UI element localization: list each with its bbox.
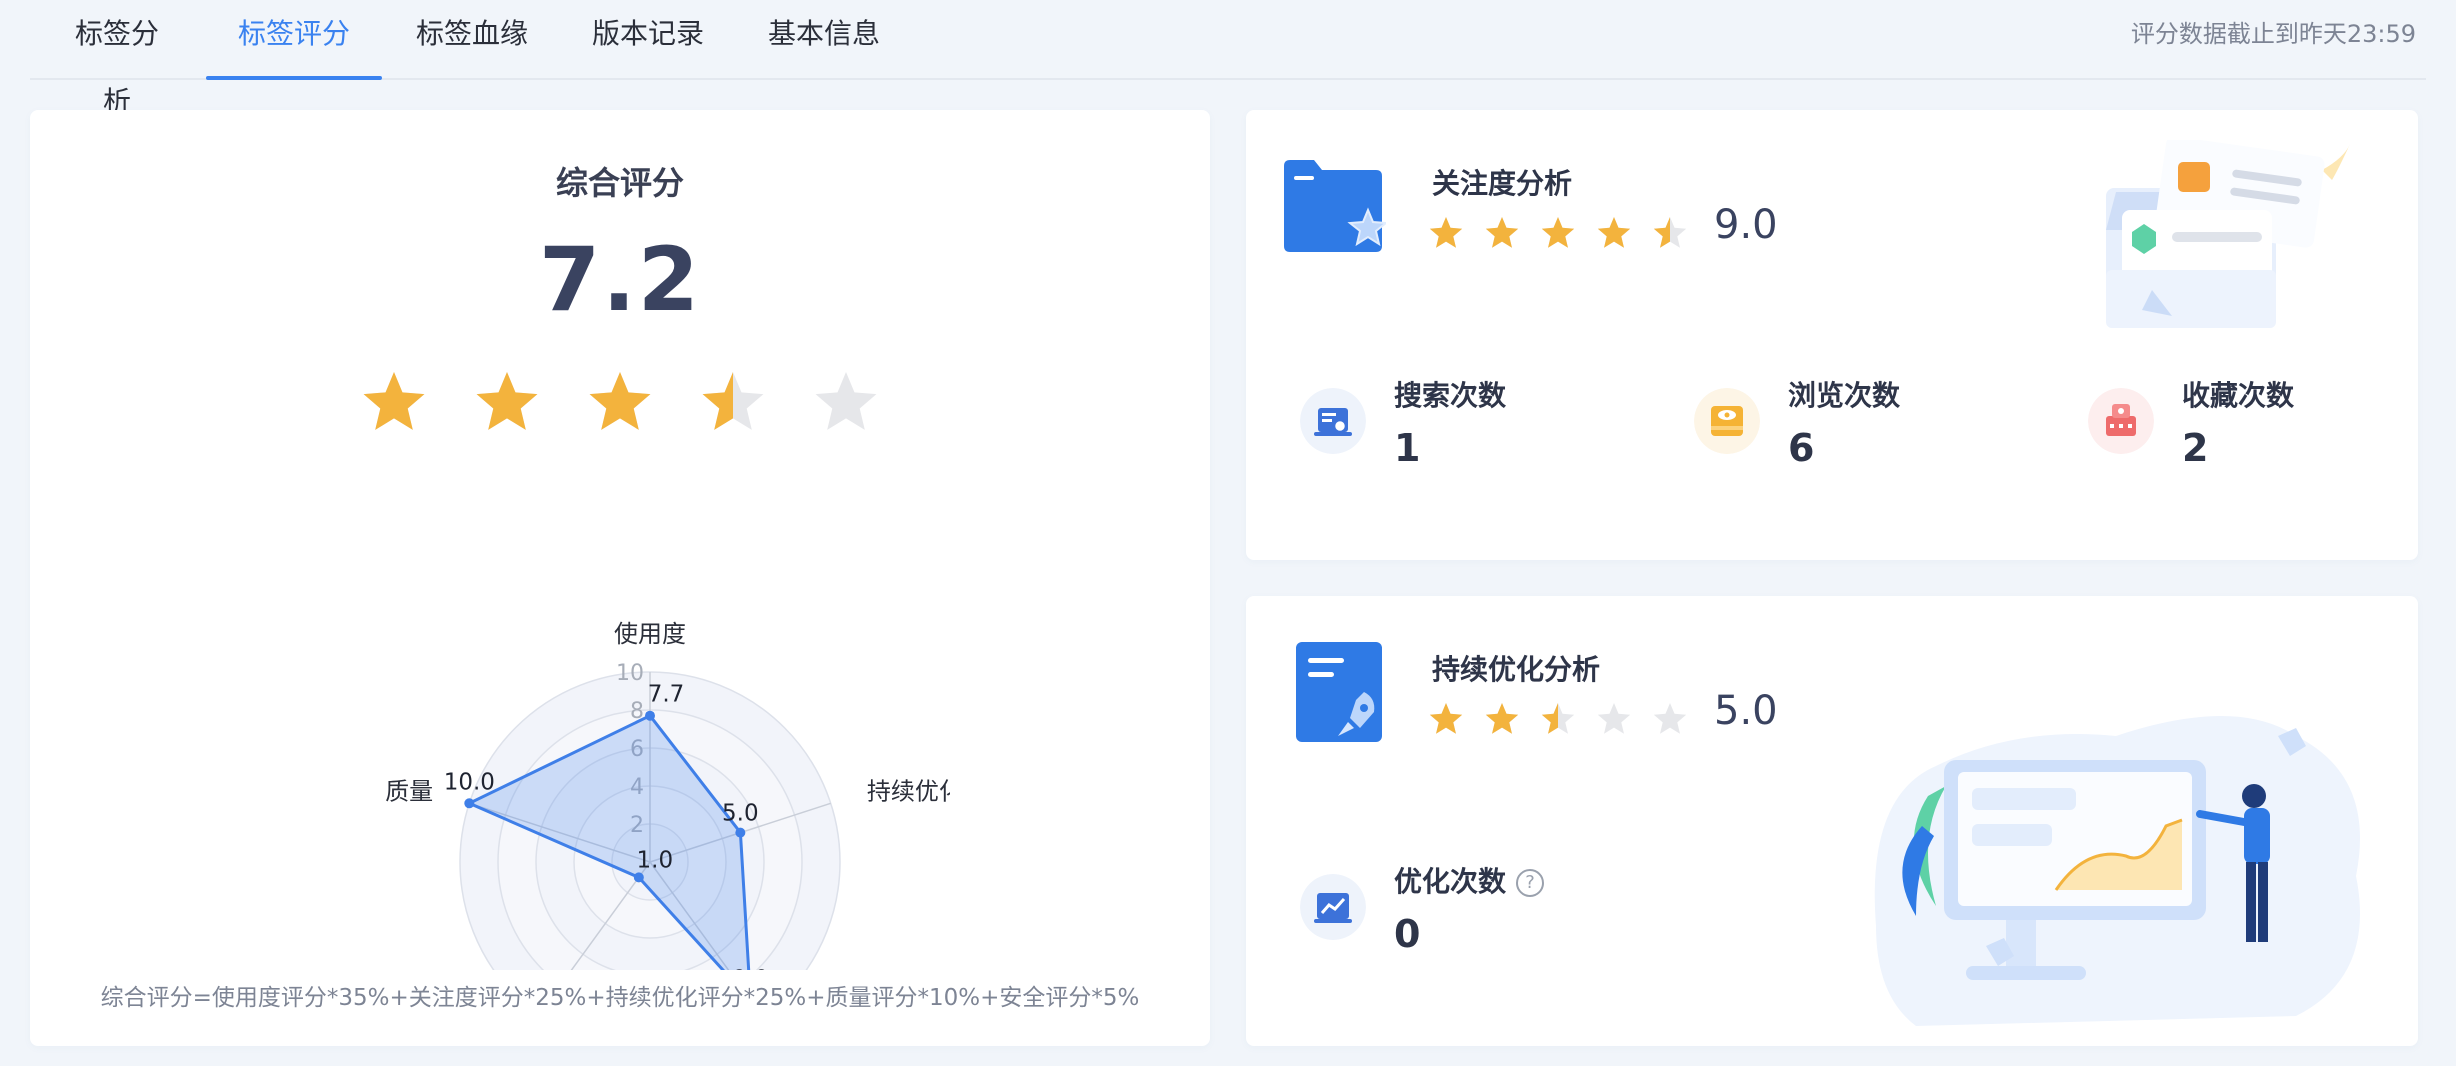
inbox-illustration-icon [2106,140,2350,328]
optimization-star-5 [1653,703,1687,734]
search-doc-icon [1300,388,1366,454]
overall-star-1 [363,372,425,430]
radar-point-4 [633,872,644,883]
tab-bar: 标签分析 标签评分 标签血缘 版本记录 基本信息 [30,0,2426,118]
optimization-score: 5.0 [1714,688,1778,734]
optimization-count-label: 优化次数? [1394,860,1545,900]
radar-point-2 [735,827,746,838]
radar-point-1 [645,710,655,721]
optimization-star-4 [1597,703,1631,734]
optimization-title: 持续优化分析 [1432,653,1601,686]
radar-axis-label: 持续优化 [867,778,950,806]
folder-star-icon [1284,160,1386,252]
attention-title: 关注度分析 [1432,167,1573,200]
update-notice: 评分数据截止到昨天23:59 [2130,20,2416,48]
tab-basic-info[interactable]: 基本信息 [766,0,882,78]
optimization-star-3 [1541,703,1575,734]
favorite-count-value: 2 [2182,426,2209,470]
help-icon[interactable]: ? [1516,869,1545,897]
browse-count-label: 浏览次数 [1788,379,1901,412]
radar-tick-label: 10 [616,661,644,686]
attention-star-rating [1429,217,1687,248]
tab-tag-lineage[interactable]: 标签血缘 [414,0,530,78]
browse-count-value: 6 [1788,426,1815,470]
overall-star-4 [702,372,764,430]
radar-axis-label: 质量 [385,778,433,806]
attention-analysis-card: 关注度分析 9.0 搜索次数 1 浏览次数 6 收藏次数 2 [1246,110,2418,560]
optimization-analysis-card: 持续优化分析 5.0 优化次数? 0 [1246,596,2418,1046]
overall-star-3 [589,372,651,430]
analyst-dashboard-illustration-icon [1874,716,2360,1026]
document-rocket-icon [1296,642,1382,742]
overall-star-5 [815,372,877,430]
attention-star-4 [1597,217,1631,248]
radar-point-5 [464,798,475,809]
overall-score-value: 7.2 [539,228,701,331]
favorite-count-stat: 收藏次数 2 [2088,374,2418,484]
favorite-box-icon [2088,388,2154,454]
radar-value-label: 1.0 [637,847,674,873]
favorite-count-label: 收藏次数 [2182,379,2295,412]
optimization-star-rating [1429,703,1687,734]
overall-star-rating [363,372,877,430]
trend-chart-icon [1300,874,1366,940]
radar-value-label: 5.0 [722,801,759,827]
radar-axis-label: 使用度 [614,620,686,648]
browse-eye-icon [1694,388,1760,454]
attention-star-3 [1541,217,1575,248]
overall-score-card: 综合评分 7.2 2468107.7使用度5.0持续优化9.0关注度1.0安全1… [30,110,1210,1046]
score-formula: 综合评分=使用度评分*35%+关注度评分*25%+持续优化评分*25%+质量评分… [100,985,1140,1011]
optimization-star-2 [1485,703,1519,734]
radar-value-label: 7.7 [648,682,685,708]
radar-value-label: 9.0 [732,966,769,970]
search-count-value: 1 [1394,426,1421,470]
attention-star-2 [1485,217,1519,248]
attention-score: 9.0 [1714,202,1778,248]
overall-star-2 [476,372,538,430]
optimization-star-1 [1429,703,1463,734]
radar-chart: 2468107.7使用度5.0持续优化9.0关注度1.0安全10.0质量 [385,620,950,970]
tab-tag-score[interactable]: 标签评分 [206,0,382,80]
tab-version-history[interactable]: 版本记录 [590,0,706,78]
radar-value-label: 10.0 [444,769,495,795]
attention-star-5 [1653,217,1687,248]
optimization-count-value: 0 [1394,912,1421,956]
browse-count-stat: 浏览次数 6 [1694,374,2024,484]
tab-tag-analysis[interactable]: 标签分析 [62,0,172,118]
optimization-count-stat: 优化次数? 0 [1300,860,1700,970]
overall-title: 综合评分 [555,164,684,202]
search-count-stat: 搜索次数 1 [1300,374,1630,484]
attention-star-1 [1429,217,1463,248]
search-count-label: 搜索次数 [1394,379,1507,412]
